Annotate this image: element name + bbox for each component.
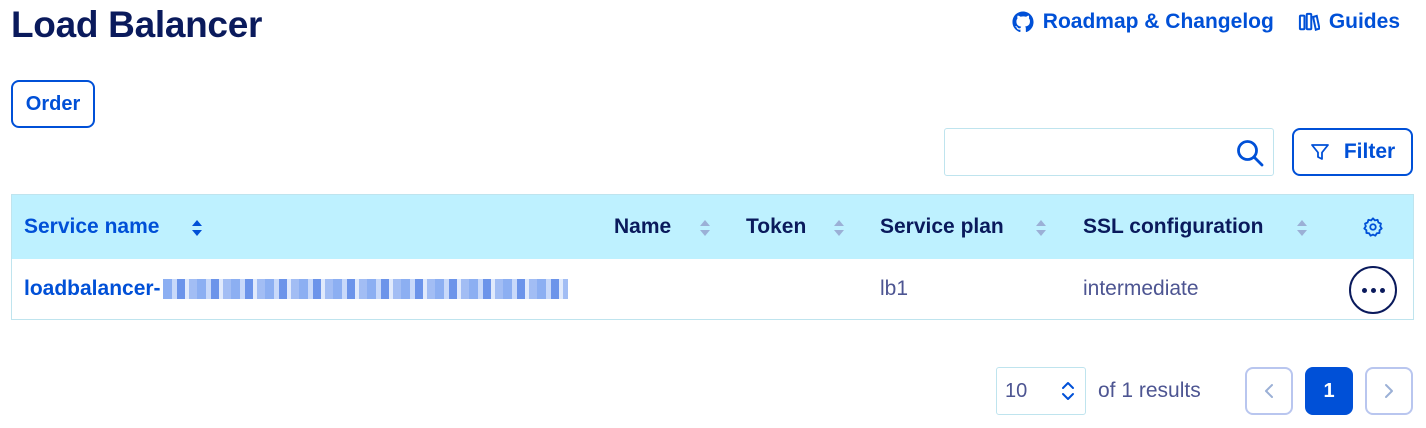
column-header-token[interactable]: Token	[746, 195, 806, 259]
chevron-left-icon	[1265, 384, 1273, 398]
guides-link[interactable]: Guides	[1298, 10, 1400, 34]
previous-page-button[interactable]	[1245, 367, 1293, 415]
sort-icon[interactable]	[1034, 219, 1048, 237]
page-button-current[interactable]: 1	[1305, 367, 1353, 415]
column-header-name[interactable]: Name	[614, 195, 671, 259]
roadmap-changelog-label: Roadmap & Changelog	[1042, 10, 1274, 33]
column-header-ssl-configuration[interactable]: SSL configuration	[1083, 195, 1263, 259]
column-header-service-name[interactable]: Service name	[24, 195, 159, 259]
column-header-service-plan[interactable]: Service plan	[880, 195, 1004, 259]
sort-icon[interactable]	[832, 219, 846, 237]
github-icon	[1012, 11, 1034, 33]
header-links: Roadmap & Changelog Guides	[1012, 10, 1400, 34]
sort-icon[interactable]	[698, 219, 712, 237]
column-settings-gear-icon[interactable]	[1362, 216, 1384, 238]
next-page-button[interactable]	[1365, 367, 1413, 415]
page-title: Load Balancer	[11, 4, 263, 45]
page-size-select[interactable]: 10	[996, 367, 1086, 415]
search-icon[interactable]	[1235, 138, 1265, 168]
page-size-value: 10	[1005, 379, 1028, 402]
filter-button[interactable]: Filter	[1292, 128, 1413, 176]
table-row: loadbalancer- lb1 intermediate	[12, 259, 1413, 319]
redacted-service-id	[162, 279, 568, 299]
roadmap-changelog-link[interactable]: Roadmap & Changelog	[1012, 10, 1274, 34]
service-name-cell[interactable]: loadbalancer-	[24, 259, 568, 319]
sort-ascending-icon[interactable]	[190, 219, 204, 237]
ssl-configuration-cell: intermediate	[1083, 277, 1199, 300]
table-header: Service name Name Token Service plan SSL…	[12, 195, 1413, 259]
sort-icon[interactable]	[1295, 219, 1309, 237]
row-actions-button[interactable]	[1349, 266, 1397, 314]
filter-icon	[1310, 144, 1329, 160]
filter-label: Filter	[1343, 140, 1396, 163]
chevron-right-icon	[1385, 384, 1393, 398]
select-arrows-icon	[1062, 382, 1074, 400]
results-count: of 1 results	[1098, 379, 1201, 402]
ellipsis-icon	[1361, 287, 1367, 293]
service-name-link[interactable]: loadbalancer-	[24, 277, 161, 301]
search-box	[944, 128, 1274, 176]
load-balancer-table: Service name Name Token Service plan SSL…	[11, 194, 1414, 320]
guides-label: Guides	[1328, 10, 1400, 33]
book-icon	[1298, 12, 1320, 31]
service-plan-cell: lb1	[880, 277, 909, 300]
search-input[interactable]	[945, 129, 1225, 175]
order-button[interactable]: Order	[11, 80, 95, 128]
